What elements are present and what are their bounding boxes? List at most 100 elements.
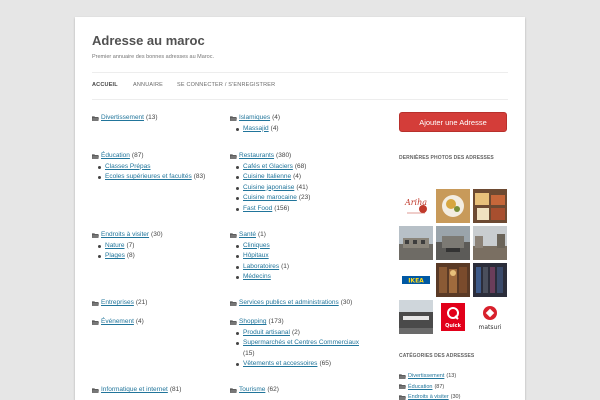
subcategory-count: (8): [126, 252, 135, 259]
subcategory-link[interactable]: Supermarchés et Centres Commerciaux: [243, 339, 359, 346]
subcategory-item: Cuisine Italienne (4): [235, 172, 310, 183]
category-heading: Informatique et internet (81): [92, 385, 181, 396]
folder-open-icon: [230, 154, 237, 159]
subcategory-list: Cafés et Glaciers (68) Cuisine Italienne (4…: [230, 162, 310, 215]
subcategory-item: Classes Prépas: [97, 162, 205, 173]
sidebar-category-link[interactable]: Éducation: [408, 382, 432, 393]
subcategory-link[interactable]: Produit artisanal: [243, 329, 290, 336]
subcategory-link[interactable]: Plages: [105, 252, 125, 259]
category-heading: Entreprises (21): [92, 298, 147, 309]
folder-open-icon: [92, 154, 99, 159]
photo-clothing[interactable]: [473, 263, 507, 297]
folder-open-icon: [230, 233, 237, 238]
subcategory-count: (156): [274, 204, 290, 212]
sidebar-category-list: Divertissement (13) Éducation (87) Endroits …: [399, 371, 460, 400]
subcategory-list: Nature (7) Plages (8): [92, 241, 163, 262]
subcategory-count: (68): [294, 162, 307, 170]
subcategory-link[interactable]: Nature: [105, 242, 125, 249]
nav-login-register[interactable]: SE CONNECTER / S'ENREGISTRER: [177, 82, 275, 88]
category-tourisme: Tourisme (62): [230, 385, 279, 396]
sidebar-category-item: Endroits à visiter (30): [399, 392, 460, 400]
photo-food-plate[interactable]: [436, 189, 470, 223]
sidebar-category-item: Divertissement (13): [399, 371, 460, 382]
nav-accueil[interactable]: ACCUEIL: [92, 82, 118, 88]
subcategory-count: (23): [298, 194, 311, 201]
folder-open-icon: [230, 388, 237, 393]
subcategory-list: Cliniques Hôpitaux Laboratoires (1) Médecins: [230, 241, 289, 283]
photo-warehouse[interactable]: [399, 300, 433, 334]
subcategory-link[interactable]: Massajid: [243, 125, 269, 132]
category-count: (173): [268, 318, 284, 325]
category-link[interactable]: Services publics et administrations: [239, 298, 339, 309]
category-link[interactable]: Entreprises: [101, 298, 134, 309]
subcategory-item: Nature (7): [98, 241, 163, 252]
photo-quick-logo[interactable]: Quick: [436, 300, 470, 334]
category-evenement: Événement (4): [92, 317, 144, 328]
subcategory-item: Massajid (4): [235, 124, 280, 135]
category-link[interactable]: Éducation: [101, 151, 130, 162]
category-heading: Santé (1): [230, 230, 289, 241]
photo-ikea[interactable]: IKEA: [399, 263, 433, 297]
svg-text:matsuri: matsuri: [479, 324, 502, 331]
main-navigation: ACCUEIL ANNUAIRE SE CONNECTER / S'ENREGI…: [92, 72, 508, 100]
category-link[interactable]: Islamiques: [239, 113, 270, 124]
category-link[interactable]: Informatique et internet: [101, 385, 168, 396]
category-services-publics-et-administrations: Services publics et administrations (30): [230, 298, 352, 309]
subcategory-count: (2): [291, 328, 300, 336]
category-endroits-a-visiter: Endroits à visiter (30) Nature (7) Plages (8): [92, 230, 163, 262]
subcategory-count: (4): [270, 124, 279, 132]
subcategory-link[interactable]: Classes Prépas: [105, 163, 151, 170]
subcategory-link[interactable]: Médecins: [243, 273, 271, 280]
photo-restaurant-logo[interactable]: Ariha: [399, 189, 433, 223]
photo-storefront[interactable]: [436, 226, 470, 260]
subcategory-link[interactable]: Ecoles supérieures et facultés: [105, 173, 192, 180]
subcategory-link[interactable]: Cliniques: [243, 242, 270, 249]
category-heading: Services publics et administrations (30): [230, 298, 352, 309]
folder-open-icon: [399, 374, 406, 379]
folder-open-icon: [92, 233, 99, 238]
subcategory-link[interactable]: Vêtements et accessoires: [243, 360, 317, 367]
folder-open-icon: [92, 116, 99, 121]
subcategory-link[interactable]: Cuisine Italienne: [243, 173, 291, 180]
subcategory-link[interactable]: Cuisine japonaise: [243, 184, 294, 191]
folder-open-icon: [92, 320, 99, 325]
subcategory-link[interactable]: Cafés et Glaciers: [243, 163, 293, 170]
category-link[interactable]: Événement: [101, 317, 134, 328]
sidebar-categories-title: CATÉGORIES DES ADRESSES: [399, 353, 475, 359]
category-link[interactable]: Endroits à visiter: [101, 230, 149, 241]
photo-matsuri-logo[interactable]: matsuri: [473, 300, 507, 334]
subcategory-link[interactable]: Laboratoires: [243, 263, 279, 270]
category-link[interactable]: Tourisme: [239, 385, 265, 396]
subcategory-item: Cafés et Glaciers (68): [235, 162, 310, 173]
subcategory-item: Plages (8): [98, 251, 163, 262]
subcategory-item: Médecins: [235, 272, 289, 283]
category-link[interactable]: Restaurants: [239, 151, 274, 162]
category-heading: Endroits à visiter (30): [92, 230, 163, 241]
photo-street[interactable]: [473, 226, 507, 260]
site-title[interactable]: Adresse au maroc: [92, 33, 205, 48]
subcategory-link[interactable]: Fast Food: [243, 205, 272, 212]
nav-annuaire[interactable]: ANNUAIRE: [133, 82, 163, 88]
latest-photos-title: DERNIÈRES PHOTOS DES ADRESSES: [399, 155, 494, 161]
sidebar-category-link[interactable]: Divertissement: [408, 371, 444, 382]
photo-building[interactable]: [399, 226, 433, 260]
subcategory-link[interactable]: Cuisine marocaine: [243, 194, 297, 201]
subcategory-count: (4): [293, 173, 302, 180]
subcategory-link[interactable]: Hôpitaux: [243, 252, 269, 259]
folder-open-icon: [230, 301, 237, 306]
sidebar-category-link[interactable]: Endroits à visiter: [408, 392, 449, 400]
category-entreprises: Entreprises (21): [92, 298, 147, 309]
category-count: (1): [258, 231, 266, 238]
photo-pastries[interactable]: [473, 189, 507, 223]
photo-shop-interior[interactable]: [436, 263, 470, 297]
category-count: (13): [145, 114, 158, 121]
category-link[interactable]: Shopping: [239, 317, 266, 328]
category-link[interactable]: Divertissement: [101, 113, 144, 124]
subcategory-item: Laboratoires (1): [235, 262, 289, 273]
add-address-button[interactable]: Ajouter une Adresse: [399, 112, 507, 132]
subcategory-item: Vêtements et accessoires (65): [236, 359, 361, 370]
category-count: (4): [135, 318, 144, 325]
category-count: (4): [272, 114, 281, 121]
category-link[interactable]: Santé: [239, 230, 256, 241]
subcategory-item: Ecoles supérieures et facultés (83): [97, 172, 205, 183]
